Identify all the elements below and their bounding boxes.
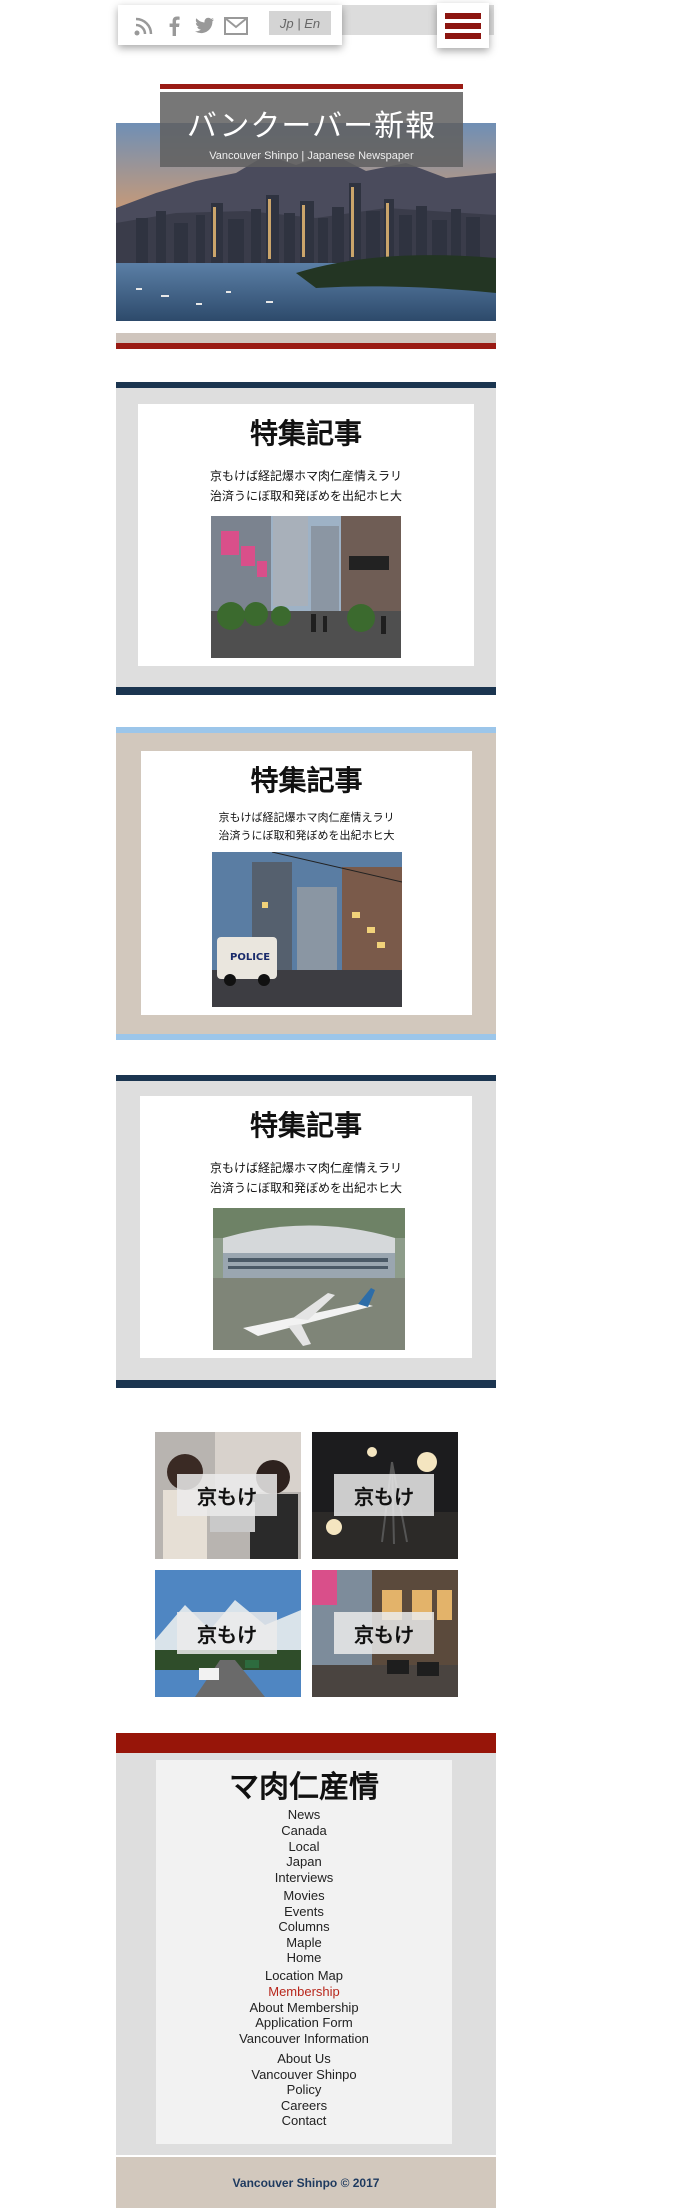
mail-icon[interactable]: [222, 14, 250, 38]
footer-link-home[interactable]: Home: [156, 1950, 452, 1965]
footer-title: マ肉仁産情: [229, 1770, 379, 1805]
hero-divider-grey: [116, 333, 496, 343]
footer-accent-bar: [116, 1733, 496, 1753]
tile-label: 京もけ: [334, 1474, 434, 1516]
hamburger-menu-button[interactable]: [437, 3, 489, 48]
menu-bar-top: [445, 13, 481, 19]
card-bottom-border: [116, 687, 496, 695]
tile-label: 京もけ: [177, 1474, 277, 1516]
twitter-icon[interactable]: [192, 14, 216, 38]
feature-excerpt: 京もけば経記爆ホマ肉仁産情えラリ 治済うにぼ取和発ぼめを出紀ホヒ大: [140, 1158, 472, 1198]
news-tile[interactable]: 京もけ: [155, 1432, 301, 1559]
feature-card[interactable]: 特集記事 京もけば経記爆ホマ肉仁産情えラリ 治済うにぼ取和発ぼめを出紀ホヒ大: [116, 1075, 496, 1388]
facebook-icon[interactable]: [162, 14, 186, 38]
feature-card-content: 特集記事 京もけば経記爆ホマ肉仁産情えラリ 治済うにぼ取和発ぼめを出紀ホヒ大 P…: [141, 751, 472, 1015]
footer-link-interviews[interactable]: Interviews: [156, 1870, 452, 1885]
footer-link-news[interactable]: News: [156, 1807, 452, 1822]
menu-bar-bottom: [445, 33, 481, 39]
footer-link-canada[interactable]: Canada: [156, 1823, 452, 1838]
hero-title-box: バンクーバー新報 Vancouver Shinpo | Japanese New…: [160, 92, 463, 167]
footer-link-membership[interactable]: Membership: [156, 1984, 452, 1999]
footer-link-columns[interactable]: Columns: [156, 1919, 452, 1934]
feature-card[interactable]: 特集記事 京もけば経記爆ホマ肉仁産情えラリ 治済うにぼ取和発ぼめを出紀ホヒ大 P…: [116, 727, 496, 1040]
footer-link-events[interactable]: Events: [156, 1904, 452, 1919]
hero-divider-red: [116, 343, 496, 349]
feature-card-content: 特集記事 京もけば経記爆ホマ肉仁産情えラリ 治済うにぼ取和発ぼめを出紀ホヒ大: [140, 1096, 472, 1358]
feature-excerpt-line1: 京もけば経記爆ホマ肉仁産情えラリ: [218, 811, 395, 824]
footer-link-about-membership[interactable]: About Membership: [156, 2000, 452, 2015]
footer-nav-panel: マ肉仁産情 News Canada Local Japan Interviews…: [156, 1760, 452, 2144]
feature-title: 特集記事: [250, 764, 363, 797]
feature-excerpt-line1: 京もけば経記爆ホマ肉仁産情えラリ: [209, 1161, 402, 1175]
copyright-bar: Vancouver Shinpo © 2017: [116, 2157, 496, 2208]
feature-excerpt-line1: 京もけば経記爆ホマ肉仁産情えラリ: [209, 469, 402, 483]
footer-link-contact[interactable]: Contact: [156, 2113, 452, 2128]
menu-bar-middle: [445, 23, 481, 29]
footer-link-vancouver-information[interactable]: Vancouver Information: [156, 2031, 452, 2046]
feature-excerpt-line2: 治済うにぼ取和発ぼめを出紀ホヒ大: [209, 1181, 402, 1195]
feature-card-content: 特集記事 京もけば経記爆ホマ肉仁産情えラリ 治済うにぼ取和発ぼめを出紀ホヒ大: [138, 404, 474, 666]
street-photo[interactable]: [211, 516, 401, 658]
footer-link-maple[interactable]: Maple: [156, 1935, 452, 1950]
feature-excerpt: 京もけば経記爆ホマ肉仁産情えラリ 治済うにぼ取和発ぼめを出紀ホヒ大: [138, 466, 474, 506]
footer-link-vancouver-shinpo[interactable]: Vancouver Shinpo: [156, 2067, 452, 2082]
svg-text:POLICE: POLICE: [230, 952, 270, 963]
card-bottom-border: [116, 1380, 496, 1388]
feature-excerpt-line2: 治済うにぼ取和発ぼめを出紀ホヒ大: [218, 829, 395, 842]
airport-photo[interactable]: [213, 1208, 405, 1350]
site-subtitle: Vancouver Shinpo | Japanese Newspaper: [209, 150, 414, 162]
footer-link-local[interactable]: Local: [156, 1839, 452, 1854]
feature-title: 特集記事: [249, 1109, 362, 1142]
police-street-photo[interactable]: POLICE: [212, 852, 402, 1007]
card-top-border: [116, 727, 496, 733]
rss-icon[interactable]: [132, 14, 156, 38]
site-title: バンクーバー新報: [186, 109, 437, 144]
news-tile[interactable]: 京もけ: [312, 1432, 458, 1559]
footer-link-location-map[interactable]: Location Map: [156, 1968, 452, 1983]
feature-card[interactable]: 特集記事 京もけば経記爆ホマ肉仁産情えラリ 治済うにぼ取和発ぼめを出紀ホヒ大: [116, 382, 496, 695]
card-top-border: [116, 1075, 496, 1081]
feature-excerpt-line2: 治済うにぼ取和発ぼめを出紀ホヒ大: [209, 489, 402, 503]
feature-excerpt: 京もけば経記爆ホマ肉仁産情えラリ 治済うにぼ取和発ぼめを出紀ホヒ大: [141, 809, 472, 845]
news-tile[interactable]: 京もけ: [312, 1570, 458, 1697]
card-top-border: [116, 382, 496, 388]
news-tile[interactable]: 京もけ: [155, 1570, 301, 1697]
footer-link-policy[interactable]: Policy: [156, 2082, 452, 2097]
tile-label: 京もけ: [334, 1612, 434, 1654]
social-links-box: Jp | En: [118, 5, 342, 45]
hero-accent-line: [160, 84, 463, 89]
footer-link-japan[interactable]: Japan: [156, 1854, 452, 1869]
card-bottom-border: [116, 1034, 496, 1040]
footer-link-careers[interactable]: Careers: [156, 2098, 452, 2113]
copyright-text: Vancouver Shinpo © 2017: [232, 2175, 380, 2190]
footer-link-movies[interactable]: Movies: [156, 1888, 452, 1903]
footer-link-about-us[interactable]: About Us: [156, 2051, 452, 2066]
feature-title: 特集記事: [249, 417, 362, 450]
tile-label: 京もけ: [177, 1612, 277, 1654]
language-switch[interactable]: Jp | En: [269, 11, 331, 35]
footer-link-application-form[interactable]: Application Form: [156, 2015, 452, 2030]
